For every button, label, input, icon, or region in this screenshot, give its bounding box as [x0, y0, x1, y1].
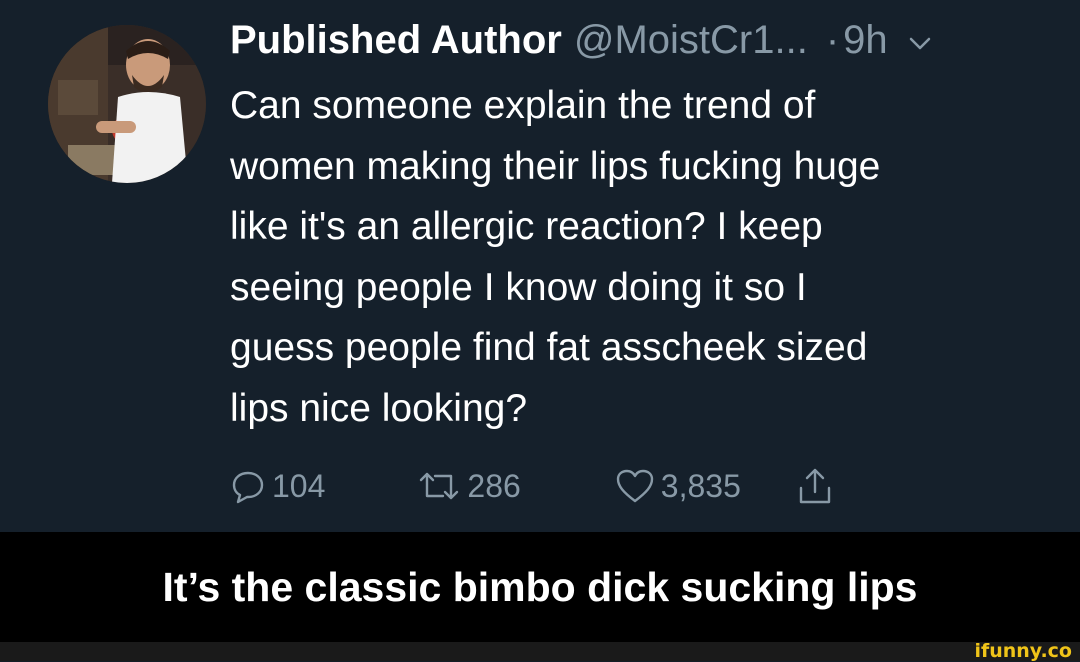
user-handle[interactable]: @MoistCr1... — [574, 18, 808, 63]
tweet-header: Published Author @MoistCr1... · 9h — [230, 18, 1050, 74]
share-button[interactable] — [797, 466, 833, 506]
watermark-logo: ifunny.co — [974, 640, 1072, 662]
timestamp[interactable]: 9h — [843, 18, 888, 63]
footer-bar — [0, 642, 1080, 661]
separator-dot: · — [825, 18, 840, 62]
tweet-text: Can someone explain the trend of women m… — [230, 84, 881, 430]
like-count: 3,835 — [660, 467, 741, 504]
retweet-icon — [417, 469, 461, 503]
display-name[interactable]: Published Author — [230, 18, 562, 63]
retweet-count: 286 — [467, 467, 521, 504]
share-icon — [797, 466, 833, 506]
like-icon — [615, 468, 655, 504]
reply-button[interactable]: 104 — [230, 468, 325, 505]
reply-count: 104 — [272, 467, 326, 504]
like-button[interactable]: 3,835 — [615, 468, 741, 505]
tweet-card: Published Author @MoistCr1... · 9h Can s… — [0, 0, 1080, 532]
avatar[interactable] — [48, 25, 206, 183]
tweet-content: Published Author @MoistCr1... · 9h Can s… — [230, 18, 1050, 439]
meme-caption: It’s the classic bimbo dick sucking lips — [0, 532, 1080, 642]
tweet-actions: 104 286 3,835 — [230, 464, 833, 508]
avatar-photo — [48, 25, 206, 183]
retweet-button[interactable]: 286 — [417, 467, 521, 505]
chevron-down-icon[interactable] — [908, 36, 932, 57]
reply-icon — [230, 468, 266, 504]
